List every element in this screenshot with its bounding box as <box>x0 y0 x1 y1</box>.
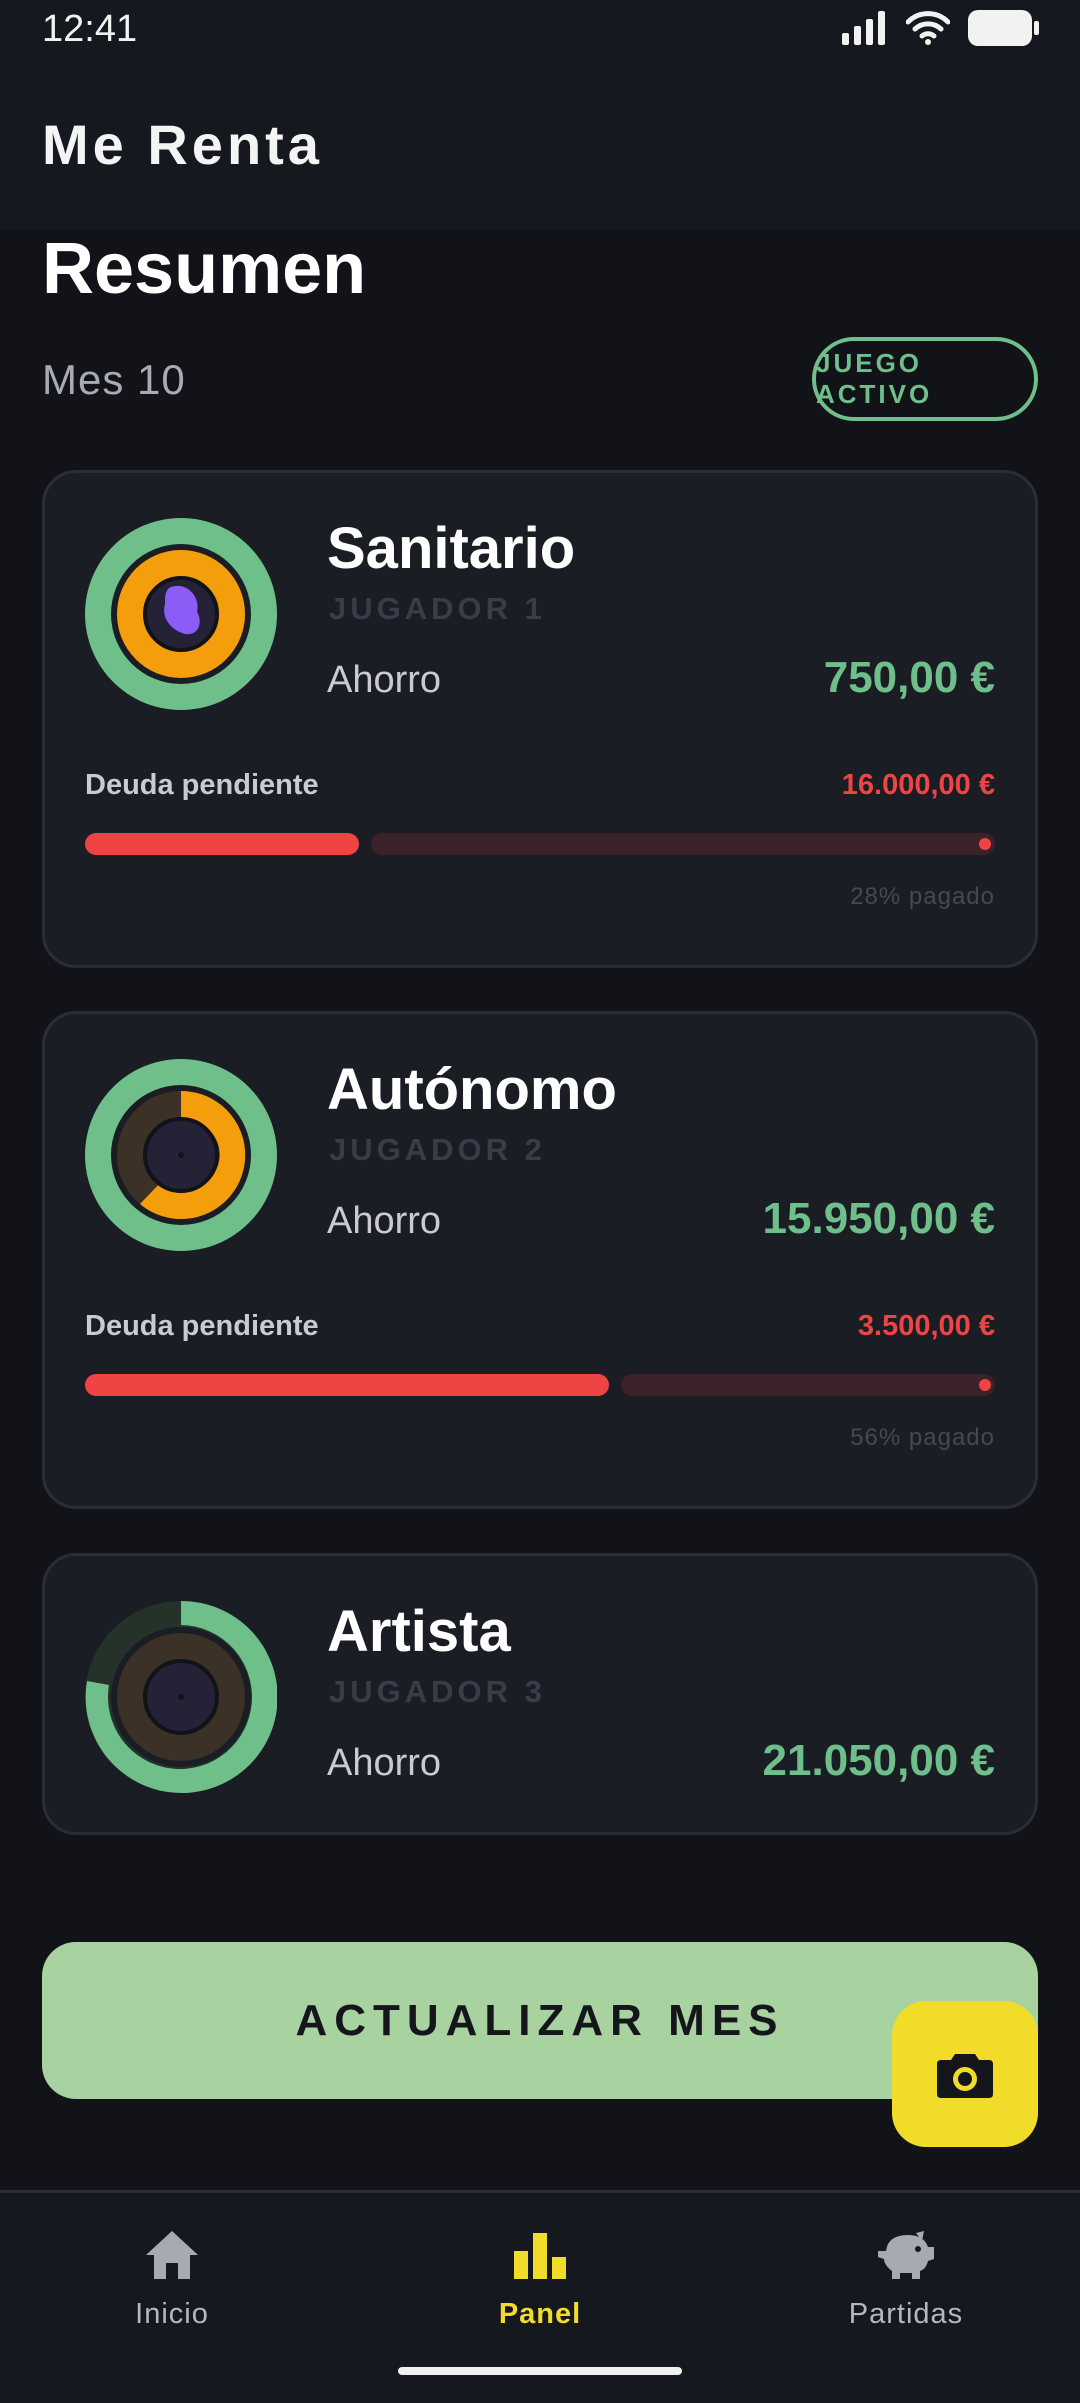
signal-icon <box>842 11 885 45</box>
bar-chart-icon <box>514 2233 566 2279</box>
paid-percentage: 56% pagado <box>850 1424 995 1451</box>
player-name: Sanitario <box>327 516 576 581</box>
debt-progress-remaining <box>371 833 995 855</box>
battery-icon <box>968 10 1039 46</box>
player-card-2[interactable]: Autónomo JUGADOR 2 Ahorro 15.950,00 € De… <box>42 1011 1038 1509</box>
home-indicator[interactable] <box>398 2367 682 2375</box>
nav-item-partidas[interactable]: Partidas <box>806 2229 1006 2331</box>
app-title: Me Renta <box>42 113 323 176</box>
savings-label: Ahorro <box>327 1200 442 1242</box>
debt-progress-bar <box>85 833 995 855</box>
nav-label: Partidas <box>848 2298 964 2330</box>
wifi-icon <box>906 11 950 45</box>
paid-percentage: 28% pagado <box>850 883 995 910</box>
player-name: Artista <box>327 1599 511 1664</box>
status-bar: 12:41 <box>0 0 1080 62</box>
savings-value: 750,00 € <box>823 653 995 702</box>
nav-label: Panel <box>498 2298 582 2330</box>
nav-item-inicio[interactable]: Inicio <box>72 2229 272 2331</box>
debt-progress-remaining <box>621 1374 995 1396</box>
app-bar: Me Renta <box>0 62 1080 230</box>
savings-label: Ahorro <box>327 659 442 701</box>
debt-progress-bar <box>85 1374 995 1396</box>
player-label: JUGADOR 3 <box>329 1674 546 1709</box>
debt-label: Deuda pendiente <box>85 769 319 801</box>
player-avatar-icon <box>85 1601 277 1793</box>
debt-value: 3.500,00 € <box>857 1310 995 1342</box>
debt-value: 16.000,00 € <box>841 769 995 801</box>
camera-icon <box>937 2054 993 2098</box>
update-month-button[interactable]: ACTUALIZAR MES <box>42 1942 1038 2099</box>
player-card-1[interactable]: Sanitario JUGADOR 1 Ahorro 750,00 € Deud… <box>42 470 1038 968</box>
player-label: JUGADOR 2 <box>329 1132 546 1167</box>
page-title: Resumen <box>42 229 367 309</box>
player-name: Autónomo <box>327 1057 617 1122</box>
player-card-3[interactable]: Artista JUGADOR 3 Ahorro 21.050,00 € <box>42 1553 1038 1835</box>
savings-value: 15.950,00 € <box>762 1194 995 1243</box>
nav-item-panel[interactable]: Panel <box>440 2229 640 2331</box>
camera-button[interactable] <box>892 2001 1038 2147</box>
piggy-bank-icon <box>878 2231 934 2279</box>
home-icon <box>146 2231 198 2279</box>
nav-label: Inicio <box>135 2298 209 2330</box>
debt-progress-fill <box>85 1374 609 1396</box>
progress-end-dot <box>979 1379 991 1391</box>
status-icons <box>842 10 1040 46</box>
debt-progress-fill <box>85 833 359 855</box>
month-label: Mes 10 <box>42 356 186 403</box>
progress-end-dot <box>979 838 991 850</box>
debt-label: Deuda pendiente <box>85 1310 319 1342</box>
savings-value: 21.050,00 € <box>762 1736 995 1785</box>
player-avatar-icon <box>85 518 277 710</box>
player-label: JUGADOR 1 <box>329 591 546 626</box>
savings-label: Ahorro <box>327 1742 442 1784</box>
player-avatar-icon <box>85 1059 277 1251</box>
status-time: 12:41 <box>42 8 138 50</box>
game-status-badge[interactable]: JUEGO ACTIVO <box>812 337 1038 421</box>
